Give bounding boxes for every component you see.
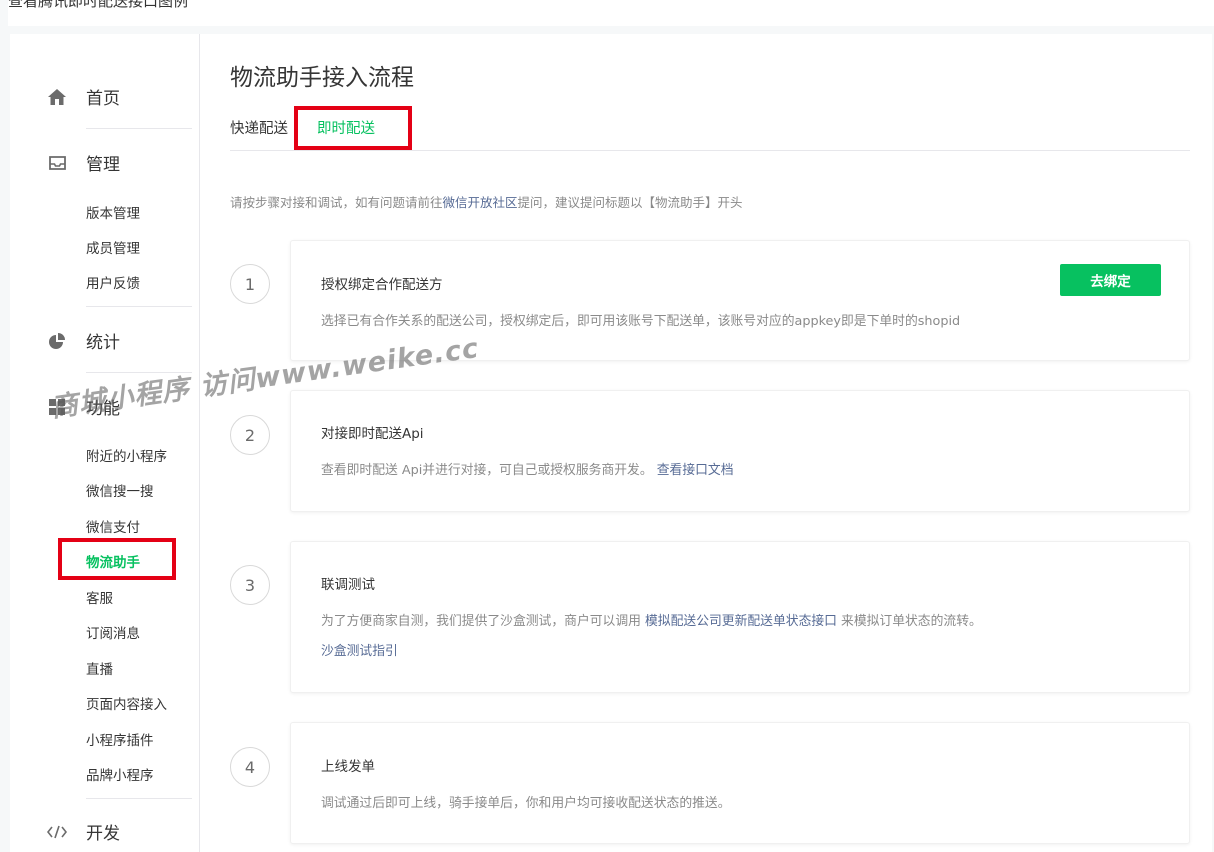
community-link[interactable]: 微信开放社区 (443, 195, 518, 210)
sidebar-divider (86, 798, 192, 799)
api-docs-link[interactable]: 查看接口文档 (657, 463, 734, 478)
image-caption: 查看腾讯即时配送接口图例 (8, 0, 1214, 26)
sidebar-divider (86, 306, 192, 307)
sidebar-section-dev[interactable]: 开发 (46, 819, 120, 844)
step-number: 3 (230, 565, 270, 605)
step-number: 4 (230, 747, 270, 787)
sidebar-section-manage[interactable]: 管理 (46, 150, 120, 175)
step-desc: 查看即时配送 Api并进行对接，可自己或授权服务商开发。 查看接口文档 (321, 459, 734, 478)
step-title: 联调测试 (321, 577, 375, 593)
inbox-icon (46, 152, 68, 174)
step-number: 2 (230, 415, 270, 455)
step-desc: 选择已有合作关系的配送公司，授权绑定后，即可用该账号下配送单，该账号对应的app… (321, 314, 961, 329)
step-number: 1 (230, 264, 270, 304)
sidebar-item-plugin[interactable]: 小程序插件 (86, 729, 154, 749)
sidebar-item-brand[interactable]: 品牌小程序 (86, 764, 154, 784)
sandbox-guide-link[interactable]: 沙盒测试指引 (321, 640, 398, 659)
pie-chart-icon (46, 330, 68, 352)
sidebar-item-pay[interactable]: 微信支付 (86, 516, 140, 536)
step-desc-suffix: 来模拟订单状态的流转。 (836, 614, 982, 629)
home-icon (46, 86, 68, 108)
step-card-2: 对接即时配送Api 查看即时配送 Api并进行对接，可自己或授权服务商开发。 查… (290, 390, 1190, 512)
sidebar-item-members[interactable]: 成员管理 (86, 237, 140, 257)
step-desc-text: 查看即时配送 Api并进行对接，可自己或授权服务商开发。 (321, 463, 653, 478)
step-desc-prefix: 为了方便商家自测，我们提供了沙盒测试，商户可以调用 (321, 614, 645, 629)
sidebar-item-feedback[interactable]: 用户反馈 (86, 272, 140, 292)
sidebar-divider (86, 128, 192, 129)
sidebar-stats-label: 统计 (86, 333, 120, 353)
highlight-box-sidebar (58, 538, 176, 580)
sidebar-section-stats[interactable]: 统计 (46, 328, 120, 353)
sidebar-item-live[interactable]: 直播 (86, 658, 113, 678)
tip-suffix: 提问，建议提问标题以【物流助手】开头 (517, 195, 743, 210)
sidebar-section-home[interactable]: 首页 (46, 84, 120, 109)
step-title: 授权绑定合作配送方 (321, 277, 443, 293)
step-title: 对接即时配送Api (321, 426, 424, 442)
sidebar-item-nearby[interactable]: 附近的小程序 (86, 445, 167, 465)
highlight-box-tab (294, 106, 412, 150)
page-title: 物流助手接入流程 (230, 65, 414, 91)
sidebar-item-subscribe[interactable]: 订阅消息 (86, 622, 140, 642)
code-icon (46, 821, 68, 843)
sidebar-item-content[interactable]: 页面内容接入 (86, 693, 167, 713)
tab-express[interactable]: 快递配送 (230, 117, 288, 138)
step-desc: 调试通过后即可上线，骑手接单后，你和用户均可接收配送状态的推送。 (321, 796, 731, 811)
sidebar: 首页 管理 版本管理 成员管理 用户反馈 统计 功能 附近的小程序 微信搜一搜 (10, 34, 200, 852)
sidebar-manage-label: 管理 (86, 155, 120, 175)
step-card-3: 联调测试 为了方便商家自测，我们提供了沙盒测试，商户可以调用 模拟配送公司更新配… (290, 541, 1190, 693)
step-title: 上线发单 (321, 759, 375, 775)
sidebar-item-service[interactable]: 客服 (86, 587, 113, 607)
help-tip: 请按步骤对接和调试，如有问题请前往微信开放社区提问，建议提问标题以【物流助手】开… (230, 192, 743, 211)
mock-api-link[interactable]: 模拟配送公司更新配送单状态接口 (645, 614, 837, 629)
bind-button[interactable]: 去绑定 (1060, 264, 1161, 296)
sidebar-item-search[interactable]: 微信搜一搜 (86, 480, 154, 500)
sidebar-home-label: 首页 (86, 89, 120, 109)
step-card-4: 上线发单 调试通过后即可上线，骑手接单后，你和用户均可接收配送状态的推送。 (290, 722, 1190, 844)
app-frame: 首页 管理 版本管理 成员管理 用户反馈 统计 功能 附近的小程序 微信搜一搜 (10, 34, 1212, 852)
sidebar-dev-label: 开发 (86, 824, 120, 844)
sidebar-item-version[interactable]: 版本管理 (86, 202, 140, 222)
step-desc: 为了方便商家自测，我们提供了沙盒测试，商户可以调用 模拟配送公司更新配送单状态接… (321, 610, 982, 629)
tip-prefix: 请按步骤对接和调试，如有问题请前往 (230, 195, 443, 210)
